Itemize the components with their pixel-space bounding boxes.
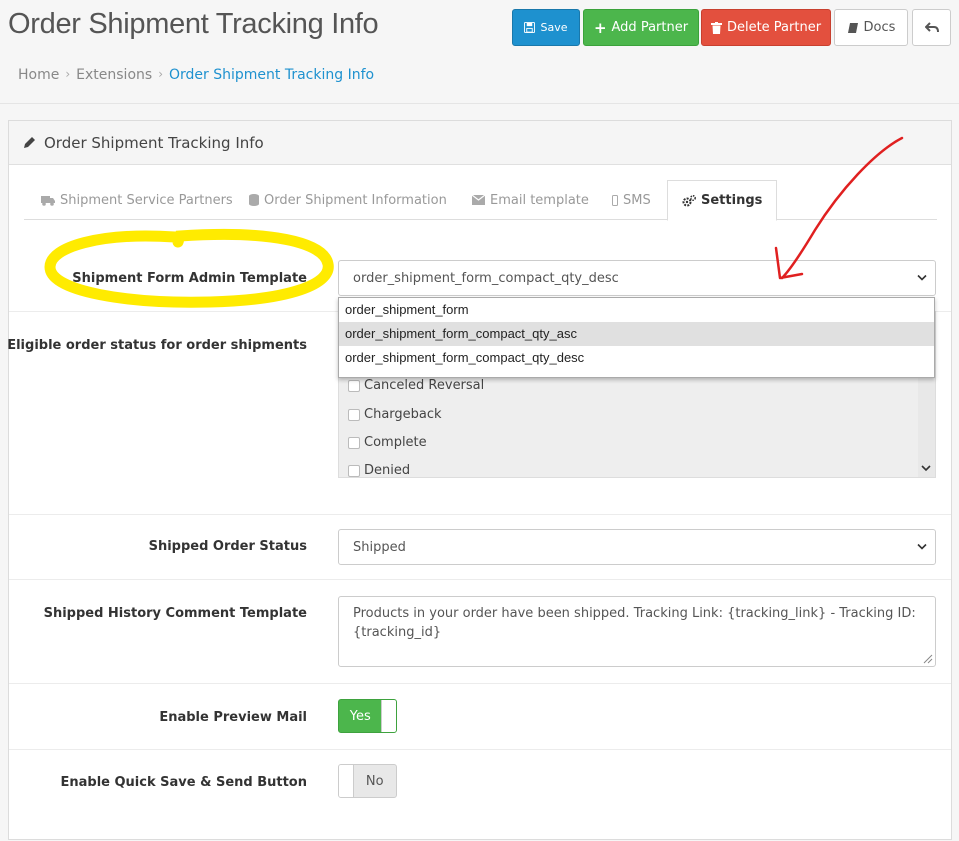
plus-icon: +	[593, 18, 607, 37]
toggle-label: No	[365, 773, 384, 789]
preview-mail-label: Enable Preview Mail	[159, 710, 307, 725]
shipped-status-select[interactable]: Shipped	[338, 529, 936, 565]
envelope-icon	[472, 195, 485, 205]
reply-icon	[924, 21, 939, 32]
gears-icon	[682, 194, 696, 206]
header-divider	[0, 103, 959, 104]
resize-handle-icon[interactable]	[921, 652, 933, 664]
toggle-knob	[339, 765, 354, 797]
chevron-down-icon	[921, 465, 931, 472]
comment-template-label: Shipped History Comment Template	[43, 606, 307, 621]
template-label: Shipment Form Admin Template	[72, 271, 307, 286]
status-checkbox[interactable]: Complete	[348, 435, 427, 450]
dropdown-option[interactable]: order_shipment_form_compact_qty_desc	[339, 346, 934, 370]
pencil-icon	[24, 137, 35, 148]
template-select[interactable]: order_shipment_form_compact_qty_desc	[338, 260, 936, 296]
chevron-down-icon	[917, 543, 927, 550]
preview-mail-toggle[interactable]: Yes	[338, 699, 397, 733]
panel-title: Order Shipment Tracking Info	[44, 133, 264, 152]
tab-settings[interactable]: Settings	[667, 180, 778, 221]
template-select-value: order_shipment_form_compact_qty_desc	[353, 270, 619, 286]
dropdown-option[interactable]: order_shipment_form	[339, 298, 934, 322]
add-partner-button[interactable]: + Add Partner	[583, 9, 699, 46]
truck-icon	[41, 195, 55, 206]
tab-label: SMS	[623, 192, 651, 208]
template-dropdown: order_shipment_form order_shipment_form_…	[338, 297, 935, 378]
eligible-status-label: Eligible order status for order shipment…	[7, 338, 307, 353]
checkbox[interactable]	[348, 464, 360, 477]
checkbox[interactable]	[348, 436, 360, 449]
delete-partner-button[interactable]: Delete Partner	[701, 9, 831, 46]
breadcrumb-extensions[interactable]: Extensions	[76, 67, 152, 83]
quick-save-row	[9, 749, 951, 841]
tab-label: Settings	[701, 193, 763, 208]
comment-template-textarea[interactable]: Products in your order have been shipped…	[338, 596, 936, 667]
status-label: Canceled Reversal	[364, 378, 485, 393]
database-icon	[249, 194, 259, 206]
status-label: Complete	[364, 435, 427, 450]
chevron-down-icon	[917, 274, 927, 281]
breadcrumb: Home › Extensions › Order Shipment Track…	[18, 67, 374, 83]
checkbox[interactable]	[348, 379, 360, 392]
add-partner-label: Add Partner	[611, 20, 689, 35]
tab-bar: Shipment Service Partners Order Shipment…	[24, 180, 937, 221]
mobile-icon	[612, 194, 618, 206]
tab-order-shipment-info[interactable]: Order Shipment Information	[249, 180, 447, 220]
preview-mail-row	[9, 683, 951, 749]
tab-email-template[interactable]: Email template	[472, 180, 589, 220]
quick-save-toggle[interactable]: No	[338, 764, 397, 798]
toggle-label: Yes	[349, 708, 371, 724]
shipped-status-value: Shipped	[353, 539, 406, 555]
checkbox[interactable]	[348, 408, 360, 421]
tab-shipment-partners[interactable]: Shipment Service Partners	[41, 180, 233, 220]
back-button[interactable]	[912, 9, 951, 46]
breadcrumb-separator: ›	[65, 67, 71, 81]
status-checkbox[interactable]: Denied	[348, 463, 410, 478]
breadcrumb-current[interactable]: Order Shipment Tracking Info	[169, 67, 374, 83]
shipped-status-label: Shipped Order Status	[148, 539, 307, 554]
book-icon	[847, 22, 858, 33]
status-label: Chargeback	[364, 407, 442, 422]
save-icon	[524, 22, 536, 33]
trash-icon	[710, 21, 722, 34]
settings-panel: Order Shipment Tracking Info Shipment Se…	[7, 120, 952, 841]
tab-label: Shipment Service Partners	[60, 192, 233, 208]
status-label: Denied	[364, 463, 411, 478]
save-button-label: Save	[540, 21, 568, 34]
panel-heading: Order Shipment Tracking Info	[9, 121, 951, 165]
page-title: Order Shipment Tracking Info	[8, 8, 379, 40]
docs-button[interactable]: Docs	[834, 9, 908, 46]
tab-label: Order Shipment Information	[264, 192, 447, 208]
breadcrumb-home[interactable]: Home	[18, 67, 59, 83]
save-button[interactable]: Save	[512, 9, 580, 46]
breadcrumb-separator: ›	[158, 67, 163, 81]
toggle-knob	[381, 700, 396, 732]
dropdown-option[interactable]: order_shipment_form_compact_qty_asc	[339, 322, 934, 346]
status-checkbox[interactable]: Chargeback	[348, 407, 442, 422]
quick-save-label: Enable Quick Save & Send Button	[60, 775, 307, 790]
tab-sms[interactable]: SMS	[612, 180, 651, 220]
docs-label: Docs	[863, 20, 896, 35]
status-checkbox[interactable]: Canceled Reversal	[348, 378, 484, 393]
tab-label: Email template	[490, 192, 589, 208]
delete-partner-label: Delete Partner	[726, 20, 822, 35]
